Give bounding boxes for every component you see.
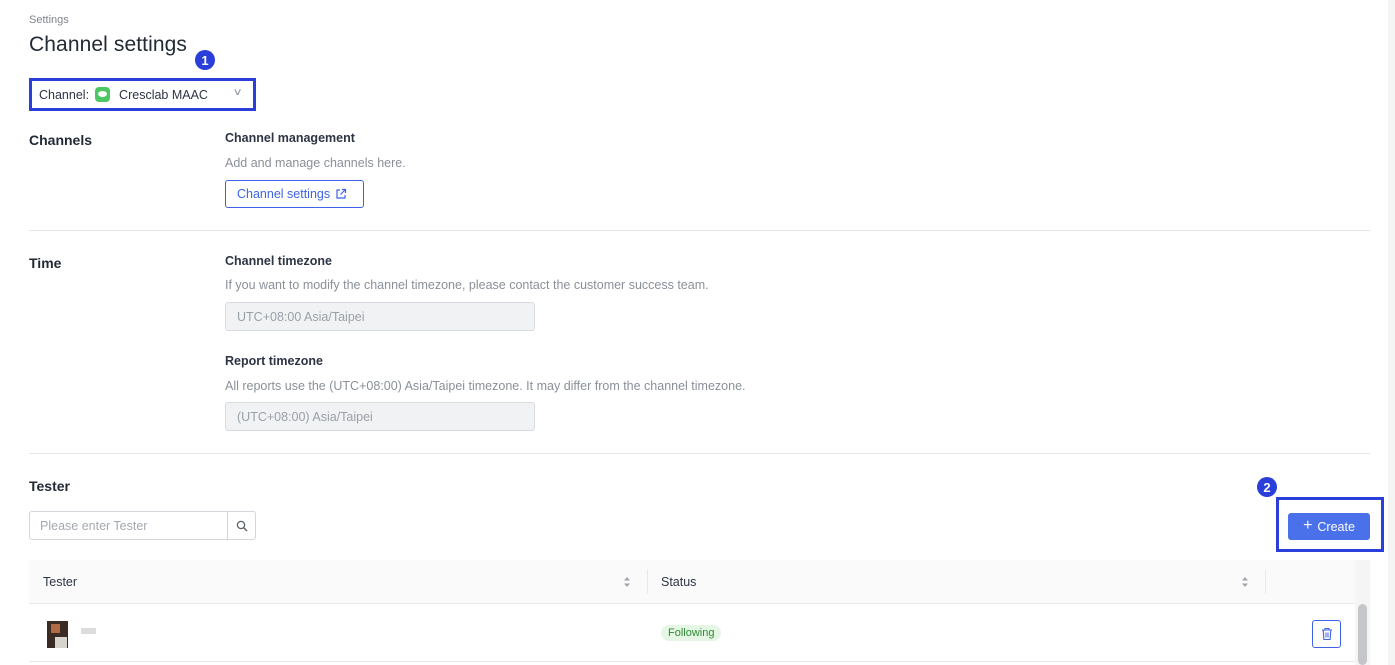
channel-timezone-title: Channel timezone — [225, 254, 332, 268]
channel-select[interactable]: Channel: Cresclab MAAC ∨ — [34, 83, 251, 106]
channel-select-label: Channel: — [39, 87, 90, 102]
section-label-channels: Channels — [29, 132, 93, 148]
column-separator — [1265, 570, 1266, 594]
column-header-status[interactable]: Status — [661, 560, 696, 604]
annotation-marker-1: 1 — [195, 50, 215, 70]
section-divider — [29, 453, 1370, 454]
chevron-down-icon: ∨ — [232, 87, 243, 98]
search-icon — [236, 520, 248, 531]
channel-settings-button[interactable]: Channel settings — [225, 180, 364, 208]
avatar — [47, 621, 68, 648]
channel-timezone-description: If you want to modify the channel timezo… — [225, 278, 709, 292]
channel-select-value: Cresclab MAAC — [119, 87, 208, 102]
status-badge: Following — [661, 625, 722, 641]
line-logo-icon — [95, 87, 111, 102]
table-scrollbar[interactable] — [1355, 560, 1370, 665]
sort-icon[interactable] — [1240, 572, 1250, 592]
tester-table-header: Tester Status — [29, 560, 1355, 604]
column-header-tester[interactable]: Tester — [43, 560, 77, 604]
report-timezone-title: Report timezone — [225, 354, 323, 368]
tester-search-input[interactable] — [30, 512, 228, 539]
report-timezone-description: All reports use the (UTC+08:00) Asia/Tai… — [225, 379, 746, 393]
sort-icon[interactable] — [622, 572, 632, 592]
channel-management-title: Channel management — [225, 131, 355, 145]
delete-tester-button[interactable] — [1312, 620, 1341, 648]
trash-icon — [1321, 627, 1332, 641]
section-label-tester: Tester — [29, 478, 70, 494]
page-title: Channel settings — [29, 33, 188, 56]
search-button[interactable] — [227, 512, 255, 539]
channel-settings-button-label: Channel settings — [237, 187, 331, 201]
create-button-label: Create — [1317, 519, 1355, 534]
table-row: Following — [29, 604, 1355, 662]
column-separator — [647, 570, 648, 594]
report-timezone-field: (UTC+08:00) Asia/Taipei — [225, 402, 535, 431]
create-tester-button[interactable]: + Create — [1288, 513, 1370, 540]
channel-timezone-field: UTC+08:00 Asia/Taipei — [225, 302, 535, 331]
external-link-icon — [336, 188, 347, 199]
plus-icon: + — [1303, 516, 1313, 534]
section-divider — [29, 230, 1370, 231]
annotation-marker-2: 2 — [1257, 477, 1277, 497]
channel-management-description: Add and manage channels here. — [225, 156, 406, 170]
section-label-time: Time — [29, 255, 62, 271]
table-scrollbar-thumb[interactable] — [1358, 604, 1367, 665]
breadcrumb[interactable]: Settings — [29, 14, 69, 26]
page-scrollbar[interactable] — [1388, 0, 1395, 665]
tester-search — [29, 511, 256, 540]
tester-name-redacted — [81, 628, 96, 634]
